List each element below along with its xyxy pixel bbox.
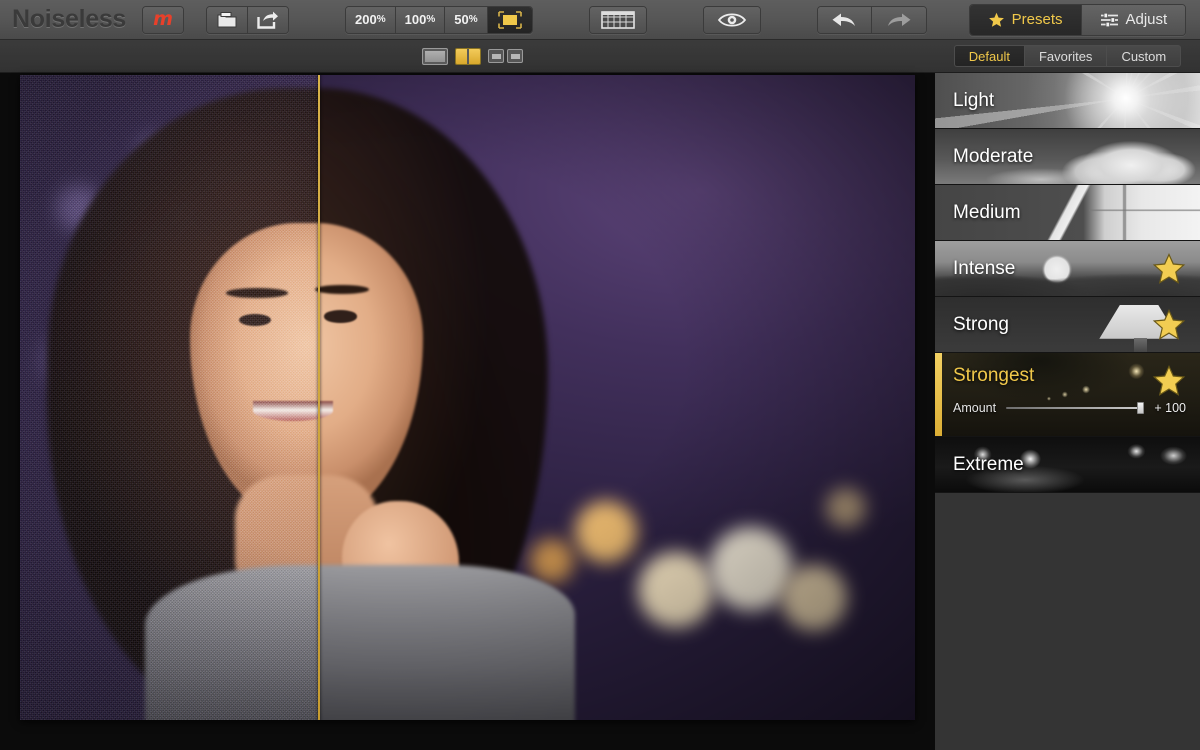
preset-name: Medium [953,201,1021,223]
favorite-star-icon[interactable] [1152,365,1186,397]
preset-item-strongest[interactable]: Strongest Amount + 100 [935,353,1200,437]
preset-item-extreme[interactable]: Extreme [935,437,1200,493]
zoom-200-button[interactable]: 200% [346,6,396,33]
amount-control[interactable]: Amount + 100 [953,401,1186,415]
preset-tab-default[interactable]: Default [953,45,1024,67]
tab-adjust[interactable]: Adjust [1081,4,1186,35]
zoom-100-unit: % [426,14,436,25]
folder-open-icon [216,11,238,29]
scene-before [20,75,318,720]
grid-overlay-group [588,5,647,34]
share-export-icon [257,11,279,29]
preview-group [702,5,761,34]
tab-adjust-label: Adjust [1125,11,1168,28]
preset-item-medium[interactable]: Medium [935,185,1200,241]
view-mode-single[interactable] [422,47,448,65]
sliders-icon [1100,12,1119,28]
zoom-level-group: 200% 100% 50% [345,5,533,34]
preset-item-intense[interactable]: Intense [935,241,1200,297]
presets-panel: Default Favorites Custom Light Moderate … [935,40,1200,750]
file-actions-group [206,5,290,34]
history-group [816,5,927,34]
fit-to-screen-button[interactable] [487,6,532,33]
preset-item-moderate[interactable]: Moderate [935,129,1200,185]
amount-slider[interactable] [1006,402,1145,414]
preview-eye-button[interactable] [703,6,760,33]
preset-name: Intense [953,257,1016,279]
brand-logo-icon[interactable]: m [143,6,184,33]
undo-button[interactable] [817,6,872,33]
preset-name: Moderate [953,145,1034,167]
image-canvas[interactable] [0,73,935,750]
preset-tab-custom-label: Custom [1121,48,1167,64]
zoom-50-button[interactable]: 50% [445,6,488,33]
star-icon [988,12,1005,28]
preset-name: Light [953,89,995,111]
presets-category-tabs: Default Favorites Custom [935,40,1200,73]
redo-button[interactable] [871,6,926,33]
zoom-200-unit: % [376,14,386,25]
view-mode-split[interactable] [455,47,481,65]
tab-presets[interactable]: Presets [969,4,1082,35]
zoom-100-value: 100 [404,12,427,27]
amount-slider-track[interactable] [1006,407,1145,409]
amount-slider-knob[interactable] [1137,402,1145,414]
view-mode-group [422,47,523,65]
preset-item-light[interactable]: Light [935,73,1200,129]
preset-tab-default-label: Default [968,48,1010,64]
amount-value: + 100 [1154,401,1186,415]
side-by-side-right-pane [507,49,523,63]
fit-to-screen-icon [497,10,523,30]
grid-overlay-button[interactable] [589,6,646,33]
main-toolbar: Noiseless m 200 % 100 % 50 % Presets Adj… [0,0,1200,40]
brand-logo-button[interactable]: m [142,5,185,34]
preset-tab-favorites[interactable]: Favorites [1023,45,1107,67]
tab-presets-label: Presets [1011,11,1063,28]
view-mode-side-by-side[interactable] [488,49,523,63]
logo-letter: m [153,8,173,30]
preview-eye-icon [717,11,747,29]
side-by-side-left-pane [488,49,504,63]
before-image-layer [20,75,318,720]
workspace-tabs: Presets Adjust [968,3,1187,36]
preset-name: Strongest [953,365,1035,386]
grid-overlay-icon [600,10,635,30]
preset-tab-custom[interactable]: Custom [1106,45,1182,67]
app-title: Noiseless [12,5,127,33]
photo-preview[interactable] [20,75,915,720]
favorite-star-icon[interactable] [1152,252,1186,285]
undo-arrow-icon [831,11,857,29]
preset-item-strong[interactable]: Strong [935,297,1200,353]
split-view-divider-handle[interactable] [318,75,320,720]
noiseless-app-window: Noiseless m 200 % 100 % 50 % Presets Adj… [0,0,1200,750]
amount-label: Amount [953,401,997,415]
preset-name: Extreme [953,453,1024,475]
preset-tab-favorites-label: Favorites [1038,48,1093,64]
zoom-100-button[interactable]: 100% [395,6,446,33]
zoom-50-unit: % [468,14,478,25]
noise-grain-overlay [20,75,318,720]
redo-arrow-icon [886,11,912,29]
zoom-50-value: 50 [454,12,469,27]
favorite-star-icon[interactable] [1152,308,1186,341]
preset-name: Strong [953,313,1009,335]
zoom-200-value: 200 [355,12,377,27]
open-image-button[interactable] [207,6,249,33]
preset-list[interactable]: Light Moderate Medium Intense Strong Str… [935,73,1200,750]
selected-indicator-bar [935,353,942,436]
share-export-button[interactable] [248,6,289,33]
